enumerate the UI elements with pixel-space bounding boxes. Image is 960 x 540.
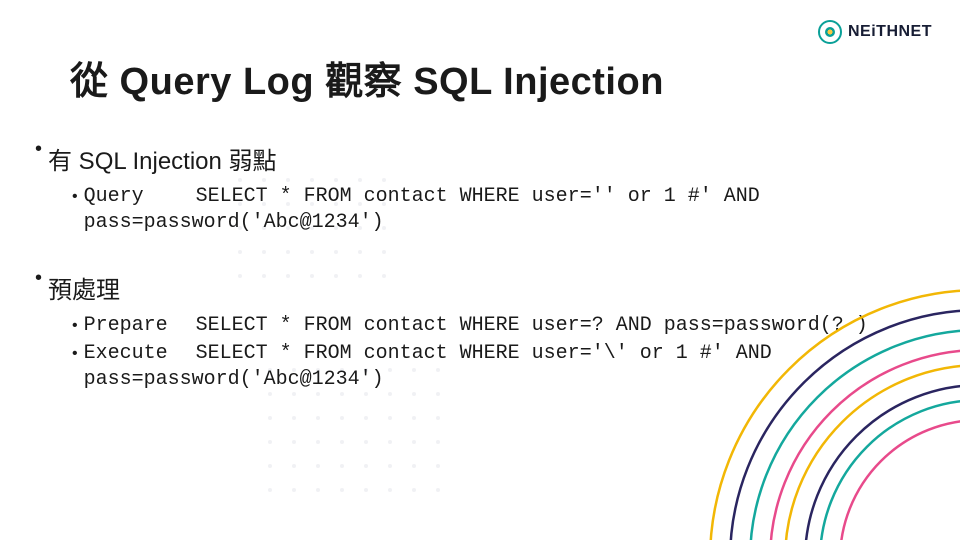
slide: NEiTHNET 從 Query Log 觀察 SQL Injection • … xyxy=(0,0,960,540)
bullet-icon: • xyxy=(72,341,78,367)
log-type-label: Prepare xyxy=(84,313,184,339)
code-line: Prepare SELECT * FROM contact WHERE user… xyxy=(84,313,910,339)
brand-name: NEiTHNET xyxy=(848,23,932,41)
sql-code: SELECT * FROM contact WHERE user=? AND p… xyxy=(196,314,868,337)
code-line: Query SELECT * FROM contact WHERE user='… xyxy=(84,184,910,236)
section-1-heading: 有 SQL Injection 弱點 xyxy=(48,141,277,176)
brand-logo: NEiTHNET xyxy=(818,20,932,44)
sql-code: SELECT * FROM contact WHERE user='\' or … xyxy=(84,342,772,391)
bullet-icon: • xyxy=(72,313,78,339)
section-1: • 有 SQL Injection 弱點 xyxy=(35,133,910,182)
section-2-item-1: • Execute SELECT * FROM contact WHERE us… xyxy=(72,341,910,393)
section-2-item-0: • Prepare SELECT * FROM contact WHERE us… xyxy=(72,313,910,339)
bullet-icon: • xyxy=(35,133,42,165)
logo-icon xyxy=(818,20,842,44)
log-type-label: Query xyxy=(84,184,184,210)
section-1-item-0: • Query SELECT * FROM contact WHERE user… xyxy=(72,184,910,236)
sql-code: SELECT * FROM contact WHERE user='' or 1… xyxy=(84,185,760,234)
section-2-heading: 預處理 xyxy=(48,270,120,305)
code-line: Execute SELECT * FROM contact WHERE user… xyxy=(84,341,910,393)
bullet-icon: • xyxy=(72,184,78,210)
log-type-label: Execute xyxy=(84,341,184,367)
slide-title: 從 Query Log 觀察 SQL Injection xyxy=(70,50,910,105)
bullet-icon: • xyxy=(35,262,42,294)
section-2: • 預處理 xyxy=(35,262,910,311)
